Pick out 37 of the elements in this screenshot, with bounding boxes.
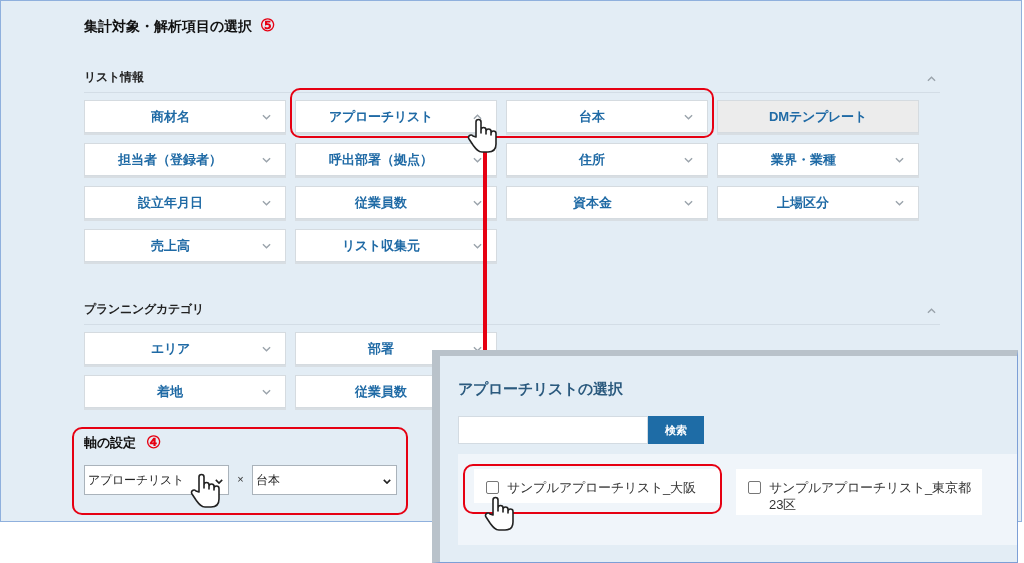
checkbox[interactable]	[486, 481, 499, 494]
checkbox[interactable]	[748, 481, 761, 494]
category-dropdown[interactable]: 呼出部署（拠点）	[295, 143, 497, 176]
category-dropdown[interactable]: 業界・業種	[717, 143, 919, 176]
category-dropdown[interactable]: 売上高	[84, 229, 286, 262]
list-option[interactable]: サンプルアプローチリスト_大阪	[474, 469, 722, 503]
category-dropdown[interactable]: 着地	[84, 375, 286, 408]
multiply-sign: ×	[236, 472, 245, 488]
category-dropdown[interactable]: 設立年月日	[84, 186, 286, 219]
category-dropdown[interactable]: 住所	[506, 143, 708, 176]
hand-cursor-icon	[190, 473, 220, 509]
axis-title: 軸の設定	[84, 434, 136, 452]
search-field[interactable]	[458, 416, 648, 444]
list-option[interactable]: サンプルアプローチリスト_東京都23区	[736, 469, 982, 515]
group-heading: リスト情報	[84, 69, 144, 86]
chevron-up-icon	[926, 308, 936, 314]
step-number: ⑤	[260, 15, 275, 38]
category-dropdown[interactable]: アプローチリスト	[295, 100, 497, 133]
search-button[interactable]: 検索	[648, 416, 704, 444]
category-dropdown[interactable]: 従業員数	[295, 186, 497, 219]
category-dropdown[interactable]: 担当者（登録者）	[84, 143, 286, 176]
category-dropdown[interactable]: エリア	[84, 332, 286, 365]
chevron-up-icon	[926, 76, 936, 82]
category-dropdown[interactable]: 上場区分	[717, 186, 919, 219]
hand-cursor-icon	[467, 118, 497, 154]
chevron-down-icon	[383, 478, 391, 484]
axis-select[interactable]: 台本	[252, 464, 397, 495]
chevron-down-icon	[215, 478, 223, 484]
category-button[interactable]: DMテンプレート	[717, 100, 919, 133]
group-heading: プランニングカテゴリ	[84, 301, 204, 318]
step-number: ④	[146, 432, 161, 454]
category-dropdown[interactable]: 台本	[506, 100, 708, 133]
section-title: 集計対象・解析項目の選択	[84, 16, 252, 36]
hand-cursor-icon	[484, 496, 514, 532]
category-dropdown[interactable]: 商材名	[84, 100, 286, 133]
category-dropdown[interactable]: 資本金	[506, 186, 708, 219]
category-dropdown[interactable]: リスト収集元	[295, 229, 497, 262]
